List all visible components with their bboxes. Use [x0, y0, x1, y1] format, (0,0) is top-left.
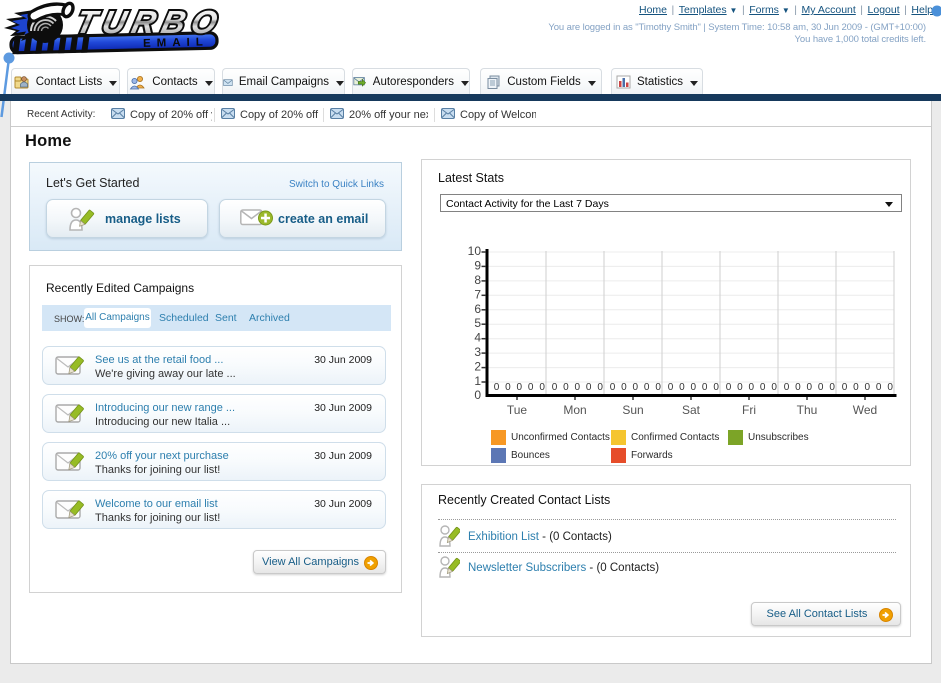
svg-text:0: 0	[655, 382, 661, 393]
svg-text:0: 0	[760, 382, 766, 393]
svg-text:1: 1	[474, 374, 481, 388]
svg-text:0: 0	[505, 382, 511, 393]
svg-text:Sun: Sun	[622, 403, 643, 417]
svg-text:0: 0	[597, 382, 603, 393]
svg-text:0: 0	[539, 382, 545, 393]
svg-text:0: 0	[749, 382, 755, 393]
svg-text:0: 0	[575, 382, 581, 393]
svg-text:3: 3	[474, 345, 481, 359]
svg-text:0: 0	[795, 382, 801, 393]
svg-text:9: 9	[474, 258, 481, 272]
svg-text:0: 0	[552, 382, 558, 393]
svg-text:0: 0	[679, 382, 685, 393]
svg-text:0: 0	[644, 382, 650, 393]
svg-text:0: 0	[713, 382, 719, 393]
svg-text:0: 0	[784, 382, 790, 393]
svg-text:0: 0	[702, 382, 708, 393]
svg-text:0: 0	[876, 382, 882, 393]
svg-text:Sat: Sat	[682, 403, 701, 417]
svg-text:0: 0	[563, 382, 569, 393]
svg-text:0: 0	[691, 382, 697, 393]
svg-text:0: 0	[633, 382, 639, 393]
svg-text:0: 0	[610, 382, 616, 393]
svg-text:0: 0	[807, 382, 813, 393]
svg-text:0: 0	[586, 382, 592, 393]
svg-text:0: 0	[528, 382, 534, 393]
svg-text:0: 0	[726, 382, 732, 393]
svg-text:6: 6	[474, 302, 481, 316]
svg-text:5: 5	[474, 316, 481, 330]
svg-text:4: 4	[474, 331, 481, 345]
svg-text:0: 0	[494, 382, 500, 393]
svg-text:0: 0	[621, 382, 627, 393]
svg-text:0: 0	[771, 382, 777, 393]
svg-text:2: 2	[474, 360, 481, 374]
svg-text:Mon: Mon	[563, 403, 586, 417]
svg-text:Fri: Fri	[742, 403, 756, 417]
svg-text:0: 0	[818, 382, 824, 393]
svg-text:0: 0	[887, 382, 893, 393]
svg-text:TURBO: TURBO	[73, 4, 227, 40]
svg-text:Wed: Wed	[853, 403, 877, 417]
svg-text:0: 0	[737, 382, 743, 393]
svg-text:0: 0	[474, 388, 481, 400]
svg-text:0: 0	[853, 382, 859, 393]
svg-text:0: 0	[842, 382, 848, 393]
svg-text:7: 7	[474, 287, 481, 301]
svg-text:0: 0	[865, 382, 871, 393]
svg-text:Thu: Thu	[797, 403, 818, 417]
svg-text:0: 0	[517, 382, 523, 393]
svg-text:10: 10	[468, 244, 482, 258]
svg-text:0: 0	[829, 382, 835, 393]
svg-text:8: 8	[474, 273, 481, 287]
svg-text:0: 0	[668, 382, 674, 393]
svg-text:Tue: Tue	[507, 403, 528, 417]
